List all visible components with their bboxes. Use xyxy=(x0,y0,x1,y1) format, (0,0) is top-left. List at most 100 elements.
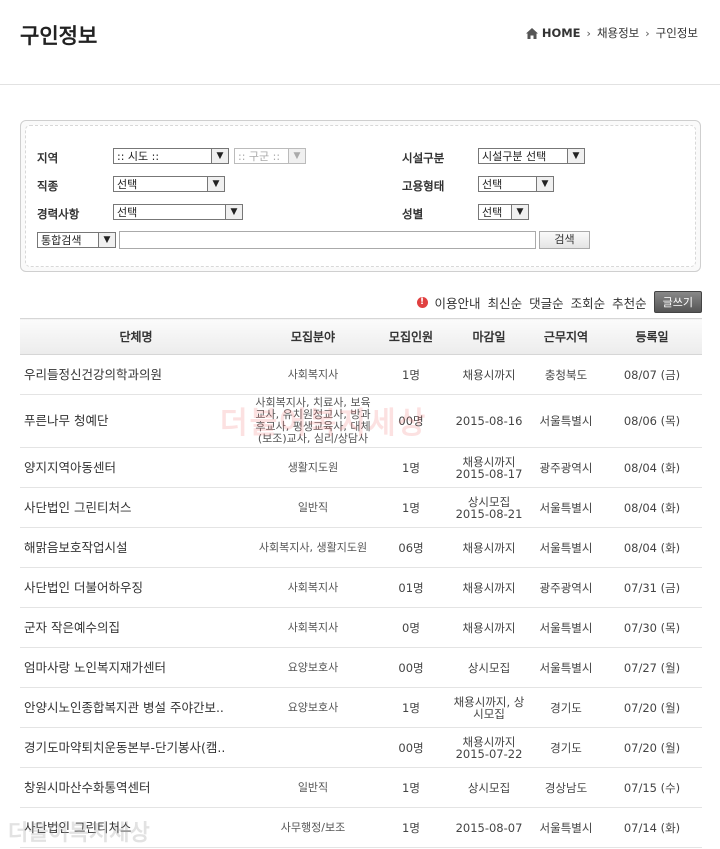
sort-views[interactable]: 조회순 xyxy=(571,293,606,312)
chevron-down-icon: ▼ xyxy=(567,149,584,163)
cell-org[interactable]: 우리들정신건강의학과의원 xyxy=(20,354,252,395)
cell-region: 서울특별시 xyxy=(530,527,602,568)
sort-recommend[interactable]: 추천순 xyxy=(612,293,647,312)
integrated-search-select[interactable]: 통합검색 ▼ xyxy=(37,232,116,248)
cell-org[interactable]: 양지지역아동센터 xyxy=(20,447,252,488)
cell-org[interactable]: 엄마사랑 노인복지재가센터 xyxy=(20,647,252,688)
cell-org[interactable]: 사단법인 그린티처스 xyxy=(20,807,252,848)
write-button[interactable]: 글쓰기 xyxy=(653,291,702,313)
guide-link[interactable]: 이용안내 xyxy=(435,293,481,312)
cell-region: 서울특별시 xyxy=(530,647,602,688)
cell-count: 1명 xyxy=(374,487,448,528)
cell-date: 08/04 (화) xyxy=(602,527,702,568)
cell-org[interactable]: 사단법인 그린티처스 xyxy=(20,487,252,528)
cell-date: 08/06 (목) xyxy=(602,394,702,448)
breadcrumb-level1[interactable]: 채용정보 xyxy=(597,25,639,41)
cell-region: 경상남도 xyxy=(530,767,602,808)
sort-latest[interactable]: 최신순 xyxy=(488,293,523,312)
col-header[interactable]: 근무지역 xyxy=(530,318,602,355)
table-row[interactable]: 양지지역아동센터 생활지도원 1명 채용시까지 2015-08-17 광주광역시 08/0… xyxy=(20,447,702,488)
cell-field: 일반직 xyxy=(252,487,374,528)
cell-deadline: 채용시까지 2015-07-22 xyxy=(448,727,530,768)
cell-region: 서울특별시 xyxy=(530,394,602,448)
cell-deadline: 채용시까지 2015-08-17 xyxy=(448,447,530,488)
chevron-down-icon: ▼ xyxy=(288,149,305,163)
table-row[interactable]: 군자 작은예수의집 사회복지사 0명 채용시까지 서울특별시 07/30 (목) xyxy=(20,607,702,648)
table-row[interactable]: 창원시마산수화통역센터 일반직 1명 상시모집 경상남도 07/15 (수) xyxy=(20,767,702,808)
table-row[interactable]: 경기도마약퇴치운동본부-단기봉사(캠.. 00명 채용시까지 2015-07-22 경… xyxy=(20,727,702,768)
cell-count: 0명 xyxy=(374,607,448,648)
col-header[interactable]: 모집인원 xyxy=(374,318,448,355)
table-row[interactable]: 사단법인 그린티처스 일반직 1명 상시모집 2015-08-21 서울특별시 08/04… xyxy=(20,487,702,528)
table-row[interactable]: 사단법인 그린티처스 사무행정/보조 1명 2015-08-07 서울특별시 07/14 … xyxy=(20,807,702,848)
cell-org[interactable]: 안양시노인종합복지관 병설 주야간보.. xyxy=(20,687,252,728)
cell-deadline: 채용시까지 xyxy=(448,527,530,568)
col-header[interactable]: 등록일 xyxy=(602,318,702,355)
employment-label: 고용형태 xyxy=(402,179,445,193)
sort-bar: ! 이용안내 최신순 댓글순 조회순 추천순 글쓰기 xyxy=(416,291,702,313)
cell-org[interactable]: 푸른나무 청예단 xyxy=(20,394,252,448)
cell-count: 00명 xyxy=(374,394,448,448)
employment-select[interactable]: 선택 ▼ xyxy=(478,176,554,192)
cell-region: 경기도 xyxy=(530,687,602,728)
sort-comments[interactable]: 댓글순 xyxy=(529,293,564,312)
cell-field: 생활지도원 xyxy=(252,447,374,488)
table-row[interactable]: 푸른나무 청예단 사회복지사, 치료사, 보육교사, 유치원정교사, 방과후교사,… xyxy=(20,394,702,448)
gender-label: 성별 xyxy=(402,207,424,221)
facility-label: 시설구분 xyxy=(402,151,445,165)
facility-select[interactable]: 시설구분 선택 ▼ xyxy=(478,148,585,164)
col-header[interactable]: 마감일 xyxy=(448,318,530,355)
cell-count: 00명 xyxy=(374,647,448,688)
table-row[interactable]: 해맑음보호작업시설 사회복지사, 생활지도원 06명 채용시까지 서울특별시 08/04 … xyxy=(20,527,702,568)
breadcrumb-level2: 구인정보 xyxy=(655,26,698,40)
keyword-input[interactable] xyxy=(119,231,536,249)
cell-deadline: 채용시까지, 상시모집 xyxy=(448,687,530,728)
search-panel-inner: 지역 :: 시도 :: ▼ :: 구군 :: ▼ 시설구분 시설구분 선택 ▼ 직종 … xyxy=(25,125,696,267)
cell-region: 경기도 xyxy=(530,727,602,768)
cell-field: 사회복지사 xyxy=(252,354,374,395)
cell-count: 1명 xyxy=(374,687,448,728)
chevron-down-icon: ▼ xyxy=(511,205,528,219)
chevron-down-icon: ▼ xyxy=(207,177,224,191)
table-row[interactable]: 우리들정신건강의학과의원 사회복지사 1명 채용시까지 충청북도 08/07 (금) xyxy=(20,354,702,395)
col-header[interactable]: 단체명 xyxy=(20,318,252,355)
cell-field: 일반직 xyxy=(252,767,374,808)
table-row[interactable]: 안양시노인종합복지관 병설 주야간보.. 요양보호사 1명 채용시까지, 상시모집 경기… xyxy=(20,687,702,728)
job-select[interactable]: 선택 ▼ xyxy=(113,176,225,192)
page-header: 구인정보 HOME › 채용정보 › 구인정보 xyxy=(0,0,720,85)
cell-deadline: 2015-08-07 xyxy=(448,807,530,848)
table-row[interactable]: 사단법인 더불어하우징 사회복지사 01명 채용시까지 광주광역시 07/31 (금) xyxy=(20,567,702,608)
cell-org[interactable]: 경기도마약퇴치운동본부-단기봉사(캠.. xyxy=(20,727,252,768)
chevron-right-icon: › xyxy=(586,26,591,40)
gender-select[interactable]: 선택 ▼ xyxy=(478,204,529,220)
district-select[interactable]: :: 구군 :: ▼ xyxy=(234,148,306,164)
cell-count: 1명 xyxy=(374,354,448,395)
cell-org[interactable]: 사단법인 더불어하우징 xyxy=(20,567,252,608)
cell-count: 00명 xyxy=(374,727,448,768)
table-row[interactable]: 엄마사랑 노인복지재가센터 요양보호사 00명 상시모집 서울특별시 07/27 (월) xyxy=(20,647,702,688)
cell-date: 07/20 (월) xyxy=(602,727,702,768)
cell-org[interactable]: 군자 작은예수의집 xyxy=(20,607,252,648)
page-title: 구인정보 xyxy=(20,24,98,48)
cell-field: 사회복지사 xyxy=(252,567,374,608)
job-label: 직종 xyxy=(37,179,59,193)
cell-deadline: 상시모집 xyxy=(448,767,530,808)
cell-date: 08/04 (화) xyxy=(602,487,702,528)
search-button[interactable]: 검색 xyxy=(539,231,590,249)
cell-deadline: 채용시까지 xyxy=(448,607,530,648)
cell-deadline: 상시모집 xyxy=(448,647,530,688)
region-select[interactable]: :: 시도 :: ▼ xyxy=(113,148,229,164)
breadcrumb-home[interactable]: HOME xyxy=(542,26,581,40)
breadcrumb: HOME › 채용정보 › 구인정보 xyxy=(525,25,698,41)
cell-org[interactable]: 해맑음보호작업시설 xyxy=(20,527,252,568)
cell-date: 07/14 (화) xyxy=(602,807,702,848)
home-icon[interactable] xyxy=(525,27,538,39)
chevron-right-icon: › xyxy=(645,26,650,40)
cell-org[interactable]: 창원시마산수화통역센터 xyxy=(20,767,252,808)
cell-field: 사회복지사 xyxy=(252,607,374,648)
chevron-down-icon: ▼ xyxy=(98,233,115,247)
career-select[interactable]: 선택 ▼ xyxy=(113,204,243,220)
cell-field: 사회복지사, 생활지도원 xyxy=(252,527,374,568)
col-header[interactable]: 모집분야 xyxy=(252,318,374,355)
cell-count: 1명 xyxy=(374,447,448,488)
